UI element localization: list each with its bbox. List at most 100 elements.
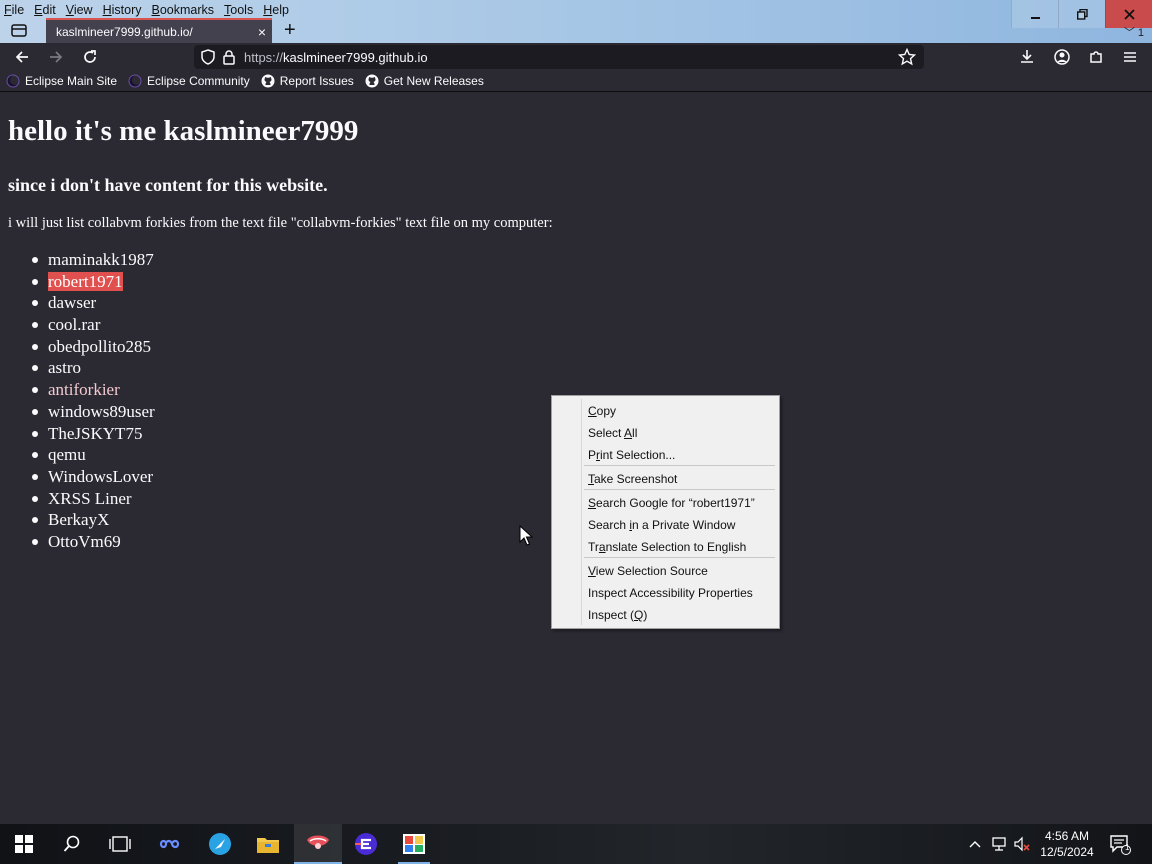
list-item: OttoVm69: [32, 531, 155, 553]
downloads-button[interactable]: [1017, 47, 1037, 67]
context-menu-separator: [584, 489, 775, 490]
puzzle-icon: [1090, 51, 1102, 63]
context-menu-view-selection-source[interactable]: View Selection Source: [588, 563, 708, 579]
url-text[interactable]: https://kaslmineer7999.github.io: [244, 50, 428, 65]
forward-button[interactable]: [46, 47, 66, 67]
action-center-button[interactable]: 1: [1104, 824, 1136, 864]
firefox-view-button[interactable]: [10, 22, 28, 38]
show-hidden-icons-button[interactable]: [964, 824, 986, 864]
list-item-selected: robert1971: [32, 271, 155, 293]
e-app-icon: [355, 833, 377, 855]
github-icon: [261, 74, 275, 88]
list-item: BerkayX: [32, 509, 155, 531]
network-tray-button[interactable]: [988, 824, 1010, 864]
context-menu-search-private-window[interactable]: Search in a Private Window: [588, 517, 735, 533]
menu-help[interactable]: Help: [263, 2, 289, 18]
bookmarks-toolbar: Eclipse Main Site Eclipse Community Repo…: [0, 71, 1152, 92]
menu-bar: File Edit View History Bookmarks Tools H…: [4, 2, 299, 18]
context-menu-print-selection[interactable]: Print Selection...: [588, 447, 675, 463]
list-item: antiforkier: [32, 379, 155, 401]
menu-bookmarks[interactable]: Bookmarks: [152, 2, 215, 18]
menu-edit[interactable]: Edit: [34, 2, 56, 18]
list-item: windows89user: [32, 401, 155, 421]
volume-tray-button[interactable]: [1011, 824, 1033, 864]
context-menu-copy[interactable]: Copy: [588, 403, 616, 419]
folder-icon: [257, 838, 279, 853]
context-menu-inspect-accessibility[interactable]: Inspect Accessibility Properties: [588, 585, 753, 601]
taskbar-file-explorer[interactable]: [244, 824, 292, 864]
page-heading: hello it's me kaslmineer7999: [8, 115, 359, 147]
list-item: dawser: [32, 292, 155, 314]
compass-app-icon: [209, 833, 231, 855]
eclipse-icon: [6, 74, 20, 88]
reload-button[interactable]: [80, 47, 100, 67]
app-menu-button[interactable]: [1120, 47, 1140, 67]
chevron-down-icon: ﹀: [1123, 27, 1135, 39]
download-icon: [1021, 50, 1033, 63]
account-icon: [1054, 49, 1070, 65]
context-menu-translate-selection[interactable]: Translate Selection to English: [588, 539, 746, 555]
lock-icon[interactable]: [222, 49, 236, 70]
menu-tools[interactable]: Tools: [224, 2, 253, 18]
github-icon: [365, 74, 379, 88]
bookmark-report-issues[interactable]: Report Issues: [261, 74, 354, 88]
intro-paragraph: i will just list collabvm forkies from t…: [8, 215, 553, 231]
context-menu-search-google[interactable]: Search Google for “robert1971”: [588, 495, 755, 511]
new-tab-button[interactable]: +: [284, 20, 296, 40]
menu-history[interactable]: History: [103, 2, 142, 18]
context-menu: Copy Select All Print Selection... Take …: [551, 395, 780, 629]
task-view-button[interactable]: [96, 824, 144, 864]
tab-strip: kaslmineer7999.github.io/ × + ﹀ 1: [0, 18, 1152, 43]
bookmark-get-new-releases[interactable]: Get New Releases: [365, 74, 484, 88]
tab-active[interactable]: kaslmineer7999.github.io/ ×: [46, 18, 272, 43]
taskbar: 4:56 AM 12/5/2024 1: [0, 824, 1152, 864]
forkies-list: maminakk1987 robert1971 dawser cool.rar …: [32, 249, 155, 553]
taskbar-app-paint[interactable]: [390, 824, 438, 864]
account-button[interactable]: [1052, 47, 1072, 67]
list-item: XRSS Liner: [32, 488, 155, 510]
extensions-button[interactable]: [1086, 47, 1106, 67]
list-all-tabs-button[interactable]: ﹀ 1: [1124, 24, 1144, 40]
bookmark-eclipse-community[interactable]: Eclipse Community: [128, 74, 250, 88]
taskbar-app-e[interactable]: [342, 824, 390, 864]
infinity-app-icon: [159, 839, 180, 849]
tab-title: kaslmineer7999.github.io/: [56, 24, 193, 39]
tab-overview-icon: [11, 24, 27, 37]
tab-close-icon[interactable]: ×: [252, 24, 272, 40]
page-subheading: since i don't have content for this webs…: [8, 175, 328, 195]
list-item: maminakk1987: [32, 250, 154, 269]
context-menu-take-screenshot[interactable]: Take Screenshot: [588, 471, 677, 487]
list-item: astro: [32, 357, 155, 379]
windows-logo-icon: [15, 835, 33, 853]
window-titlebar: File Edit View History Bookmarks Tools H…: [0, 0, 1152, 43]
taskbar-browser-active[interactable]: [294, 824, 342, 864]
bookmark-star-icon[interactable]: [897, 47, 917, 71]
eclipse-browser-icon: [307, 835, 329, 849]
taskbar-app-infinity[interactable]: [146, 824, 194, 864]
tracking-protection-shield-icon[interactable]: [200, 49, 216, 70]
mouse-pointer-icon: [519, 525, 533, 546]
search-button[interactable]: [48, 824, 96, 864]
eclipse-icon: [128, 74, 143, 88]
back-arrow-icon: [15, 51, 28, 63]
forward-arrow-icon: [50, 51, 63, 63]
task-view-icon: [109, 836, 131, 852]
bookmark-eclipse-main-site[interactable]: Eclipse Main Site: [6, 74, 117, 88]
url-bar[interactable]: https://kaslmineer7999.github.io: [194, 45, 924, 69]
start-button[interactable]: [0, 824, 48, 864]
search-icon: [63, 835, 80, 852]
list-item: TheJSKYT75: [32, 423, 155, 445]
hamburger-menu-icon: [1124, 52, 1136, 62]
navigation-toolbar: https://kaslmineer7999.github.io: [0, 43, 1152, 71]
context-menu-inspect[interactable]: Inspect (Q): [588, 607, 647, 623]
taskbar-app-feather[interactable]: [196, 824, 244, 864]
back-button[interactable]: [12, 47, 32, 67]
context-menu-select-all[interactable]: Select All: [588, 425, 637, 441]
reload-icon: [84, 50, 96, 63]
list-item: obedpollito285: [32, 336, 155, 358]
taskbar-clock[interactable]: 4:56 AM 12/5/2024: [1034, 828, 1100, 860]
network-icon: [992, 837, 1006, 851]
clock-time: 4:56 AM: [1044, 829, 1090, 843]
menu-view[interactable]: View: [66, 2, 93, 18]
menu-file[interactable]: File: [4, 2, 24, 18]
